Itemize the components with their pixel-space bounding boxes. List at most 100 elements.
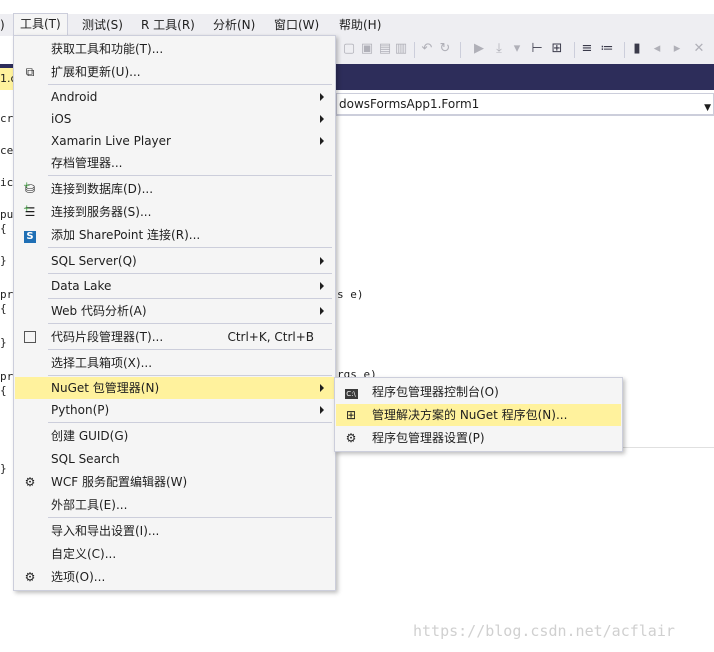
menu-item-xamarin-live-player[interactable]: Xamarin Live Player bbox=[15, 130, 334, 152]
package-icon: ⊞ bbox=[345, 408, 357, 422]
menu-item-create-guid[interactable]: 创建 GUID(G) bbox=[15, 425, 334, 447]
submenu-item-package-manager-console[interactable]: C:\ 程序包管理器控制台(O) bbox=[336, 381, 621, 403]
paste-icon[interactable]: ▣ bbox=[360, 42, 374, 56]
menu-item-partial[interactable]: ) bbox=[0, 14, 11, 36]
chevron-right-icon bbox=[320, 384, 324, 392]
menu-item-extensions-and-updates[interactable]: ⧉ 扩展和更新(U)... bbox=[15, 61, 334, 83]
snippet-icon bbox=[23, 330, 37, 344]
code-fragment: } bbox=[0, 462, 7, 475]
layout-icon[interactable]: ⊞ bbox=[550, 42, 564, 56]
menu-item-android[interactable]: Android bbox=[15, 86, 334, 108]
gear-icon: ⚙ bbox=[345, 431, 357, 445]
chevron-down-icon[interactable]: ▼ bbox=[704, 98, 711, 118]
menu-item-python[interactable]: Python(P) bbox=[15, 399, 334, 421]
start-icon[interactable]: ▶ bbox=[472, 42, 486, 56]
menu-item-data-lake[interactable]: Data Lake bbox=[15, 275, 334, 297]
menu-bar: ) 工具(T) 测试(S) R 工具(R) 分析(N) 窗口(W) 帮助(H) bbox=[0, 13, 714, 36]
menu-separator bbox=[48, 273, 332, 274]
toolbar: ▢ ▣ ▤ ▥ ↶ ↻ ▶ ⤓ ▾ ⊢ ⊞ ≡ ≔ ▮ ◂ ▸ ✕ bbox=[336, 36, 714, 64]
chevron-right-icon bbox=[320, 282, 324, 290]
menu-item-options[interactable]: ⚙ 选项(O)... bbox=[15, 566, 334, 588]
code-fragment: } bbox=[0, 254, 7, 267]
menu-separator bbox=[48, 349, 332, 350]
menu-item-external-tools[interactable]: 外部工具(E)... bbox=[15, 494, 334, 516]
chevron-right-icon bbox=[320, 257, 324, 265]
code-fragment: pr bbox=[0, 288, 14, 301]
menu-separator bbox=[48, 323, 332, 324]
menu-item-choose-toolbox-items[interactable]: 选择工具箱项(X)... bbox=[15, 352, 334, 374]
code-editor-left-edge: cr ce ic pu { } pr { } pr { } bbox=[0, 90, 14, 610]
dropdown-icon[interactable]: ▾ bbox=[510, 42, 524, 56]
navigation-bar: dowsFormsApp1.Form1 ▼ bbox=[336, 93, 714, 116]
menu-item-sql-search[interactable]: SQL Search bbox=[15, 448, 334, 470]
code-fragment: pr bbox=[0, 370, 14, 383]
submenu-item-package-manager-settings[interactable]: ⚙ 程序包管理器设置(P) bbox=[336, 427, 621, 449]
menu-separator bbox=[48, 298, 332, 299]
bookmark-icon[interactable]: ▮ bbox=[630, 42, 644, 56]
menu-item-test[interactable]: 测试(S) bbox=[76, 14, 129, 36]
menu-item-ios[interactable]: iOS bbox=[15, 108, 334, 130]
menu-separator bbox=[48, 375, 332, 376]
menu-separator bbox=[48, 247, 332, 248]
menu-item-analyze[interactable]: 分析(N) bbox=[207, 14, 261, 36]
toolbar-separator bbox=[624, 42, 625, 58]
menu-item-connect-database[interactable]: + ⛁ 连接到数据库(D)... bbox=[15, 178, 334, 200]
shortcut-label: Ctrl+K, Ctrl+B bbox=[227, 330, 314, 344]
copy-icon[interactable]: ▢ bbox=[342, 42, 356, 56]
code-fragment: { bbox=[0, 384, 7, 397]
undo-icon[interactable]: ↶ bbox=[420, 42, 434, 56]
clipboard-icon[interactable]: ▥ bbox=[394, 42, 408, 56]
clear-bookmarks-icon[interactable]: ✕ bbox=[692, 42, 706, 56]
menu-item-import-export-settings[interactable]: 导入和导出设置(I)... bbox=[15, 520, 334, 542]
align-icon[interactable]: ⊢ bbox=[530, 42, 544, 56]
next-bookmark-icon[interactable]: ▸ bbox=[670, 42, 684, 56]
code-fragment: { bbox=[0, 222, 7, 235]
toolbar-separator bbox=[414, 42, 415, 58]
menu-item-add-sharepoint[interactable]: S 添加 SharePoint 连接(R)... bbox=[15, 224, 334, 246]
type-navigation-value: dowsFormsApp1.Form1 bbox=[339, 97, 480, 111]
code-fragment: { bbox=[0, 302, 7, 315]
code-fragment: ce bbox=[0, 144, 14, 157]
menu-item-tools[interactable]: 工具(T) bbox=[13, 13, 68, 36]
connect-server-icon: + ☰ bbox=[23, 204, 36, 219]
menu-separator bbox=[48, 175, 332, 176]
menu-item-r-tools[interactable]: R 工具(R) bbox=[135, 14, 201, 36]
tools-dropdown-menu: 获取工具和功能(T)... ⧉ 扩展和更新(U)... Android iOS … bbox=[13, 35, 336, 591]
chevron-right-icon bbox=[320, 93, 324, 101]
code-fragment: cr bbox=[0, 112, 14, 125]
menu-item-archive-manager[interactable]: 存档管理器... bbox=[15, 152, 334, 174]
chevron-right-icon bbox=[320, 137, 324, 145]
watermark-text: https://blog.csdn.net/acflair bbox=[413, 622, 675, 640]
code-fragment: ic bbox=[0, 176, 14, 189]
menu-item-nuget-package-manager[interactable]: NuGet 包管理器(N) bbox=[15, 377, 334, 399]
chevron-right-icon bbox=[320, 307, 324, 315]
uncomment-icon[interactable]: ≔ bbox=[600, 42, 614, 56]
menu-item-wcf-config-editor[interactable]: ⚙ WCF 服务配置编辑器(W) bbox=[15, 471, 334, 493]
code-fragment: pu bbox=[0, 208, 14, 221]
menu-item-get-tools-and-features[interactable]: 获取工具和功能(T)... bbox=[15, 38, 334, 60]
menu-item-help[interactable]: 帮助(H) bbox=[333, 14, 387, 36]
document-tab[interactable]: 1.c bbox=[0, 68, 14, 90]
menu-item-sql-server[interactable]: SQL Server(Q) bbox=[15, 250, 334, 272]
gear-icon: ⚙ bbox=[24, 570, 36, 584]
menu-item-connect-server[interactable]: + ☰ 连接到服务器(S)... bbox=[15, 201, 334, 223]
sharepoint-icon: S bbox=[23, 228, 37, 243]
chevron-right-icon bbox=[320, 115, 324, 123]
menu-separator bbox=[48, 422, 332, 423]
comment-icon[interactable]: ≡ bbox=[580, 42, 594, 56]
wcf-config-icon: ⚙ bbox=[24, 475, 36, 489]
redo-icon[interactable]: ↻ bbox=[438, 42, 452, 56]
menu-item-customize[interactable]: 自定义(C)... bbox=[15, 543, 334, 565]
submenu-item-manage-nuget-packages[interactable]: ⊞ 管理解决方案的 NuGet 程序包(N)... bbox=[336, 404, 621, 426]
extensions-icon: ⧉ bbox=[25, 65, 35, 79]
menu-item-window[interactable]: 窗口(W) bbox=[268, 14, 325, 36]
toolbar-separator bbox=[574, 42, 575, 58]
type-navigation-combo[interactable]: dowsFormsApp1.Form1 ▼ bbox=[336, 93, 714, 115]
menu-item-web-code-analysis[interactable]: Web 代码分析(A) bbox=[15, 300, 334, 322]
prev-bookmark-icon[interactable]: ◂ bbox=[650, 42, 664, 56]
menu-separator bbox=[48, 84, 332, 85]
delete-icon[interactable]: ▤ bbox=[378, 42, 392, 56]
step-icon[interactable]: ⤓ bbox=[492, 42, 506, 56]
menu-item-code-snippets-manager[interactable]: 代码片段管理器(T)... Ctrl+K, Ctrl+B bbox=[15, 326, 334, 348]
code-fragment: s e) bbox=[337, 288, 364, 301]
